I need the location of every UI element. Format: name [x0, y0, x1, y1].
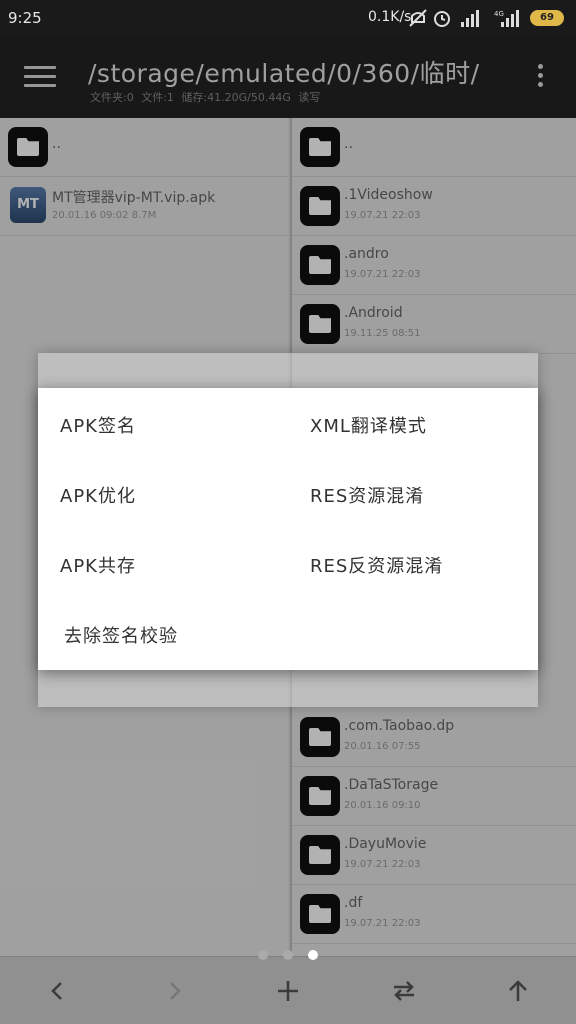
page-indicator-dot: [283, 950, 293, 960]
status-bar: 9:25 0.1K/s 4G 69: [0, 0, 576, 36]
page-indicator-dot: [258, 950, 268, 960]
alarm-icon: [434, 11, 450, 27]
battery-icon: 69: [530, 10, 564, 26]
option-apk-sign[interactable]: APK签名: [60, 412, 136, 438]
mute-icon: [409, 9, 427, 27]
option-remove-signature-check[interactable]: 去除签名校验: [64, 622, 178, 648]
option-apk-coexist[interactable]: APK共存: [60, 552, 136, 578]
option-res-deobfuscate[interactable]: RES反资源混淆: [310, 552, 443, 578]
option-xml-translate-mode[interactable]: XML翻译模式: [310, 412, 427, 438]
page-indicator-dot-active: [308, 950, 318, 960]
apk-tools-dialog: APK签名 XML翻译模式 APK优化 RES资源混淆 APK共存 RES反资源…: [38, 388, 538, 670]
option-res-obfuscate[interactable]: RES资源混淆: [310, 482, 424, 508]
option-apk-optimize[interactable]: APK优化: [60, 482, 136, 508]
svg-text:4G: 4G: [494, 10, 504, 18]
signal-icon: [461, 10, 479, 27]
signal-4g-icon: 4G: [494, 10, 519, 27]
status-net-speed: 0.1K/s: [368, 9, 412, 25]
status-time: 9:25: [8, 9, 42, 27]
